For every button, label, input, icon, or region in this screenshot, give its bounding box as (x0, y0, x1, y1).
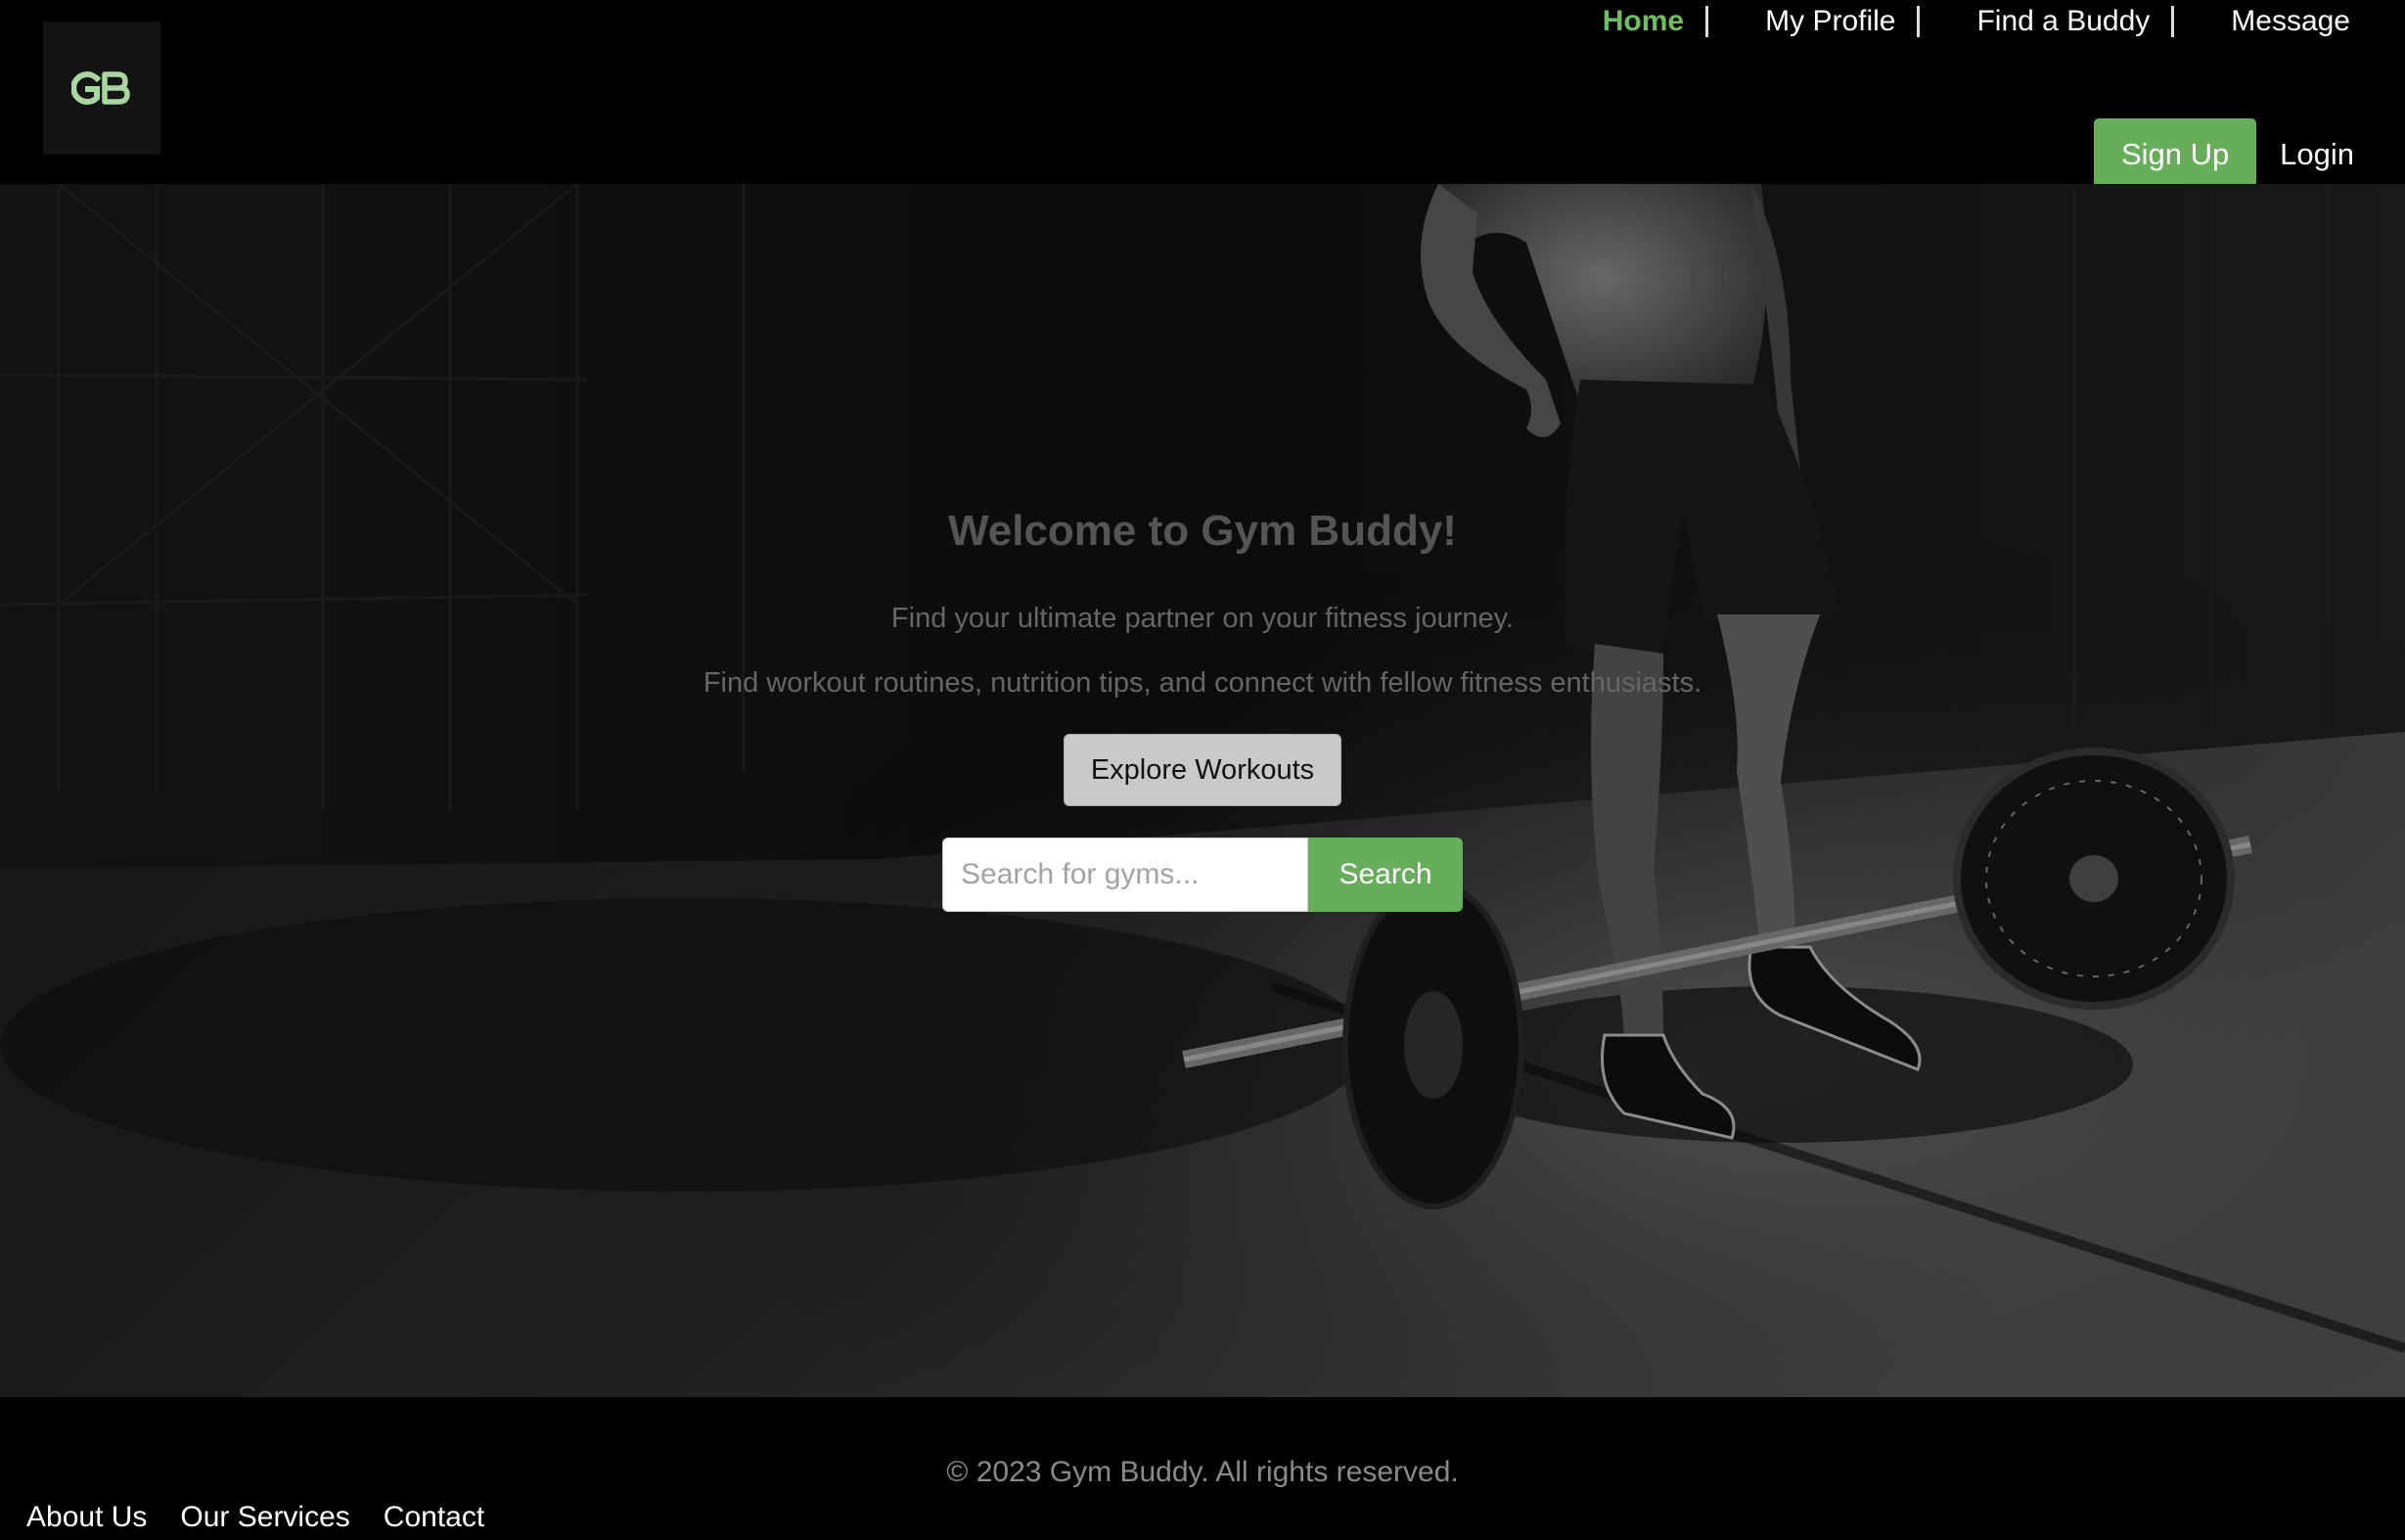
nav-my-profile-link[interactable]: My Profile (1747, 5, 1913, 38)
site-header: Home My Profile Find a Buddy Message Sig… (0, 0, 2405, 191)
gym-search-form: Search (942, 838, 1463, 912)
hero-title: Welcome to Gym Buddy! (948, 507, 1457, 555)
gym-search-input[interactable] (942, 838, 1308, 912)
nav-message-link[interactable]: Message (2213, 5, 2405, 38)
nav-home-link[interactable]: Home (1585, 5, 1702, 38)
logo-mark-icon (71, 71, 130, 105)
hero-description: Find workout routines, nutrition tips, a… (703, 667, 1702, 699)
nav-divider (1705, 6, 1709, 37)
footer-our-services-link[interactable]: Our Services (180, 1501, 349, 1534)
main-nav: Home My Profile Find a Buddy Message (1585, 0, 2405, 43)
nav-divider (1917, 6, 1921, 37)
hero-subtitle: Find your ultimate partner on your fitne… (890, 603, 1515, 634)
footer-links: About Us Our Services Contact (26, 1501, 518, 1534)
hero-section: Welcome to Gym Buddy! Find your ultimate… (0, 184, 2405, 1397)
logo[interactable] (43, 22, 160, 155)
footer-about-us-link[interactable]: About Us (26, 1501, 147, 1534)
nav-find-a-buddy-link[interactable]: Find a Buddy (1959, 5, 2167, 38)
sign-up-button[interactable]: Sign Up (2094, 118, 2257, 191)
nav-divider (2171, 6, 2175, 37)
search-button[interactable]: Search (1308, 838, 1463, 912)
explore-workouts-button[interactable]: Explore Workouts (1064, 734, 1341, 806)
auth-actions: Sign Up Login (2094, 118, 2405, 191)
copyright-text: © 2023 Gym Buddy. All rights reserved. (946, 1456, 1459, 1488)
login-link[interactable]: Login (2280, 137, 2405, 172)
site-footer: © 2023 Gym Buddy. All rights reserved. A… (0, 1397, 2405, 1540)
footer-contact-link[interactable]: Contact (384, 1501, 484, 1534)
